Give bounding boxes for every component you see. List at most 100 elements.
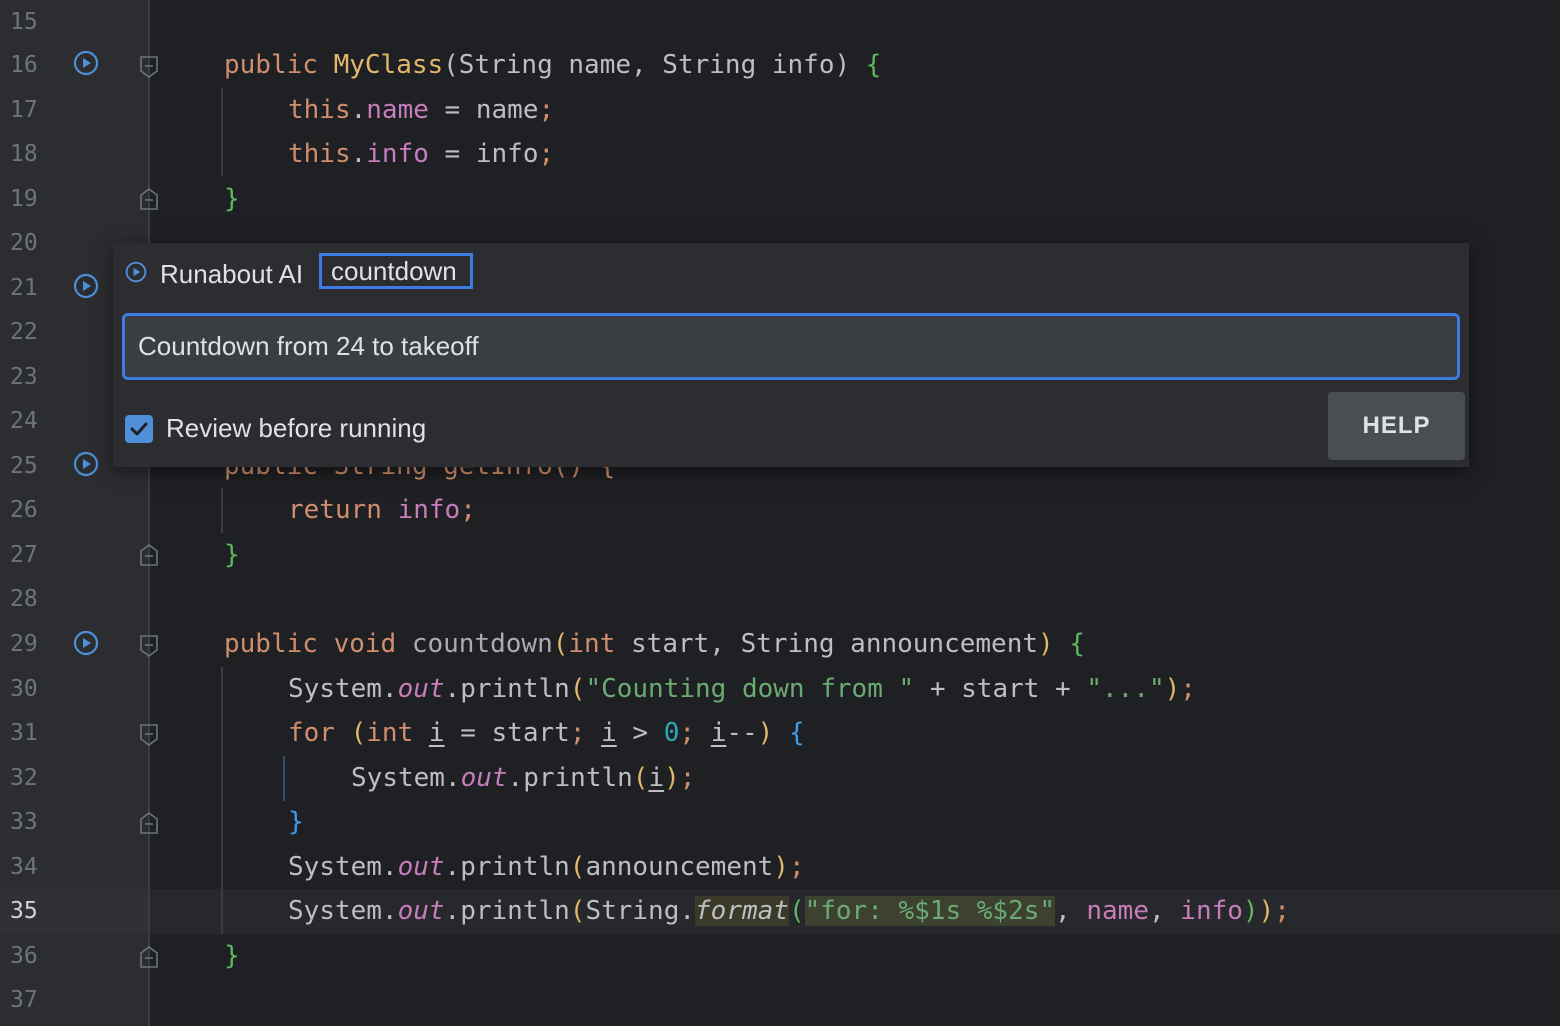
code-line-26[interactable]: return info; (288, 488, 476, 533)
code-token: ; (569, 718, 602, 748)
code-token: } (288, 807, 304, 837)
code-token: start, String announcement (615, 629, 1038, 659)
line-number: 15 (10, 9, 38, 35)
line-number: 29 (10, 631, 38, 657)
code-token: { (1069, 629, 1085, 659)
fold-marker-icon[interactable] (139, 723, 159, 747)
code-line-16[interactable]: public MyClass(String name, String info)… (224, 43, 881, 88)
line-number: 32 (10, 765, 38, 791)
code-token: public (224, 50, 334, 80)
line-number: 17 (10, 97, 38, 123)
code-token: info (397, 495, 461, 525)
code-token: String. (585, 896, 696, 926)
code-token: ; (1180, 674, 1196, 704)
code-line-36[interactable]: } (224, 934, 240, 979)
code-token: i (710, 718, 727, 748)
run-gutter-icon[interactable] (73, 630, 99, 656)
line-number: 34 (10, 854, 38, 880)
target-method-tag[interactable]: countdown (319, 253, 473, 289)
code-token: . (350, 95, 367, 125)
code-token: "..." (1086, 674, 1165, 704)
code-line-30[interactable]: System.out.println("Counting down from "… (288, 667, 1196, 712)
code-token: info (366, 139, 429, 169)
line-number-current: 35 (10, 898, 38, 924)
code-editor[interactable]: 15 16 17 18 19 20 21 22 23 24 25 26 27 2… (0, 0, 1560, 1026)
code-token: int (366, 718, 429, 748)
code-token: ( (350, 718, 367, 748)
code-token: = start (444, 718, 570, 748)
help-button[interactable]: HELP (1328, 392, 1465, 460)
run-gutter-icon[interactable] (73, 273, 99, 299)
code-token: -- (726, 718, 758, 748)
fold-marker-icon[interactable] (139, 55, 159, 79)
code-token: .println (444, 852, 570, 882)
line-number: 28 (10, 586, 38, 612)
code-token: i (648, 763, 665, 793)
line-number: 20 (10, 230, 38, 256)
code-token: > (616, 718, 664, 748)
code-line-27[interactable]: } (224, 533, 240, 578)
fold-marker-icon[interactable] (139, 543, 159, 567)
code-token: .println (507, 763, 633, 793)
code-token: ) (1242, 896, 1259, 926)
indent-guide (221, 488, 223, 533)
line-number: 30 (10, 676, 38, 702)
code-token: public void (224, 629, 412, 659)
run-gutter-icon[interactable] (73, 50, 99, 76)
run-gutter-icon[interactable] (73, 451, 99, 477)
code-token: out (397, 852, 445, 882)
fold-marker-icon[interactable] (139, 187, 159, 211)
code-line-17[interactable]: this.name = name; (288, 88, 554, 133)
line-number: 22 (10, 319, 38, 345)
run-icon (125, 261, 147, 283)
code-token: announcement (585, 852, 774, 882)
code-token: format (695, 896, 789, 926)
code-token: ; (679, 718, 711, 748)
code-line-31[interactable]: for (int i = start; i > 0; i--) { (288, 711, 805, 756)
code-token: { (865, 50, 882, 80)
code-token: this (288, 139, 351, 169)
line-number: 33 (10, 809, 38, 835)
prompt-input[interactable] (122, 313, 1460, 380)
code-token: . (350, 139, 367, 169)
code-line-32[interactable]: System.out.println(i); (351, 756, 695, 801)
code-token: ; (679, 763, 696, 793)
code-token: ( (632, 763, 649, 793)
popup-title: Runabout AI (160, 259, 304, 289)
line-number: 25 (10, 453, 38, 479)
fold-marker-icon[interactable] (139, 945, 159, 969)
code-token: ) (1164, 674, 1181, 704)
code-line-18[interactable]: this.info = info; (288, 132, 554, 177)
code-token: = name (428, 95, 539, 125)
fold-marker-icon[interactable] (139, 634, 159, 658)
fold-marker-icon[interactable] (139, 811, 159, 835)
code-token: ( (788, 896, 805, 926)
code-token: out (460, 763, 508, 793)
code-token: , (1055, 896, 1087, 926)
code-token: ( (552, 629, 569, 659)
code-token: return (288, 495, 398, 525)
gutter-divider (148, 0, 150, 1026)
review-checkbox-label[interactable]: Review before running (166, 411, 426, 445)
code-token: i (601, 718, 617, 748)
code-line-34[interactable]: System.out.println(announcement); (288, 845, 805, 890)
ai-prompt-popup: Runabout AI countdown Review before runn… (113, 243, 1469, 467)
line-number: 21 (10, 275, 38, 301)
code-token: MyClass (333, 50, 444, 80)
code-token: ; (538, 139, 555, 169)
code-line-19[interactable]: } (224, 177, 240, 222)
code-token: ) (1038, 629, 1070, 659)
code-token: ( (569, 674, 586, 704)
code-token: 0 (663, 718, 680, 748)
code-line-35[interactable]: System.out.println(String.format("for: %… (288, 889, 1290, 934)
code-token: "for: %$1s %$2s" (804, 896, 1056, 926)
code-token: + start + (914, 674, 1087, 704)
code-token: } (224, 184, 240, 214)
checkbox-check-icon (130, 422, 148, 436)
code-token: .println (444, 896, 570, 926)
review-checkbox[interactable] (125, 415, 153, 443)
code-line-33[interactable]: } (288, 800, 304, 845)
code-token: ; (788, 852, 805, 882)
code-line-29[interactable]: public void countdown(int start, String … (224, 622, 1085, 667)
indent-guide (221, 667, 223, 934)
